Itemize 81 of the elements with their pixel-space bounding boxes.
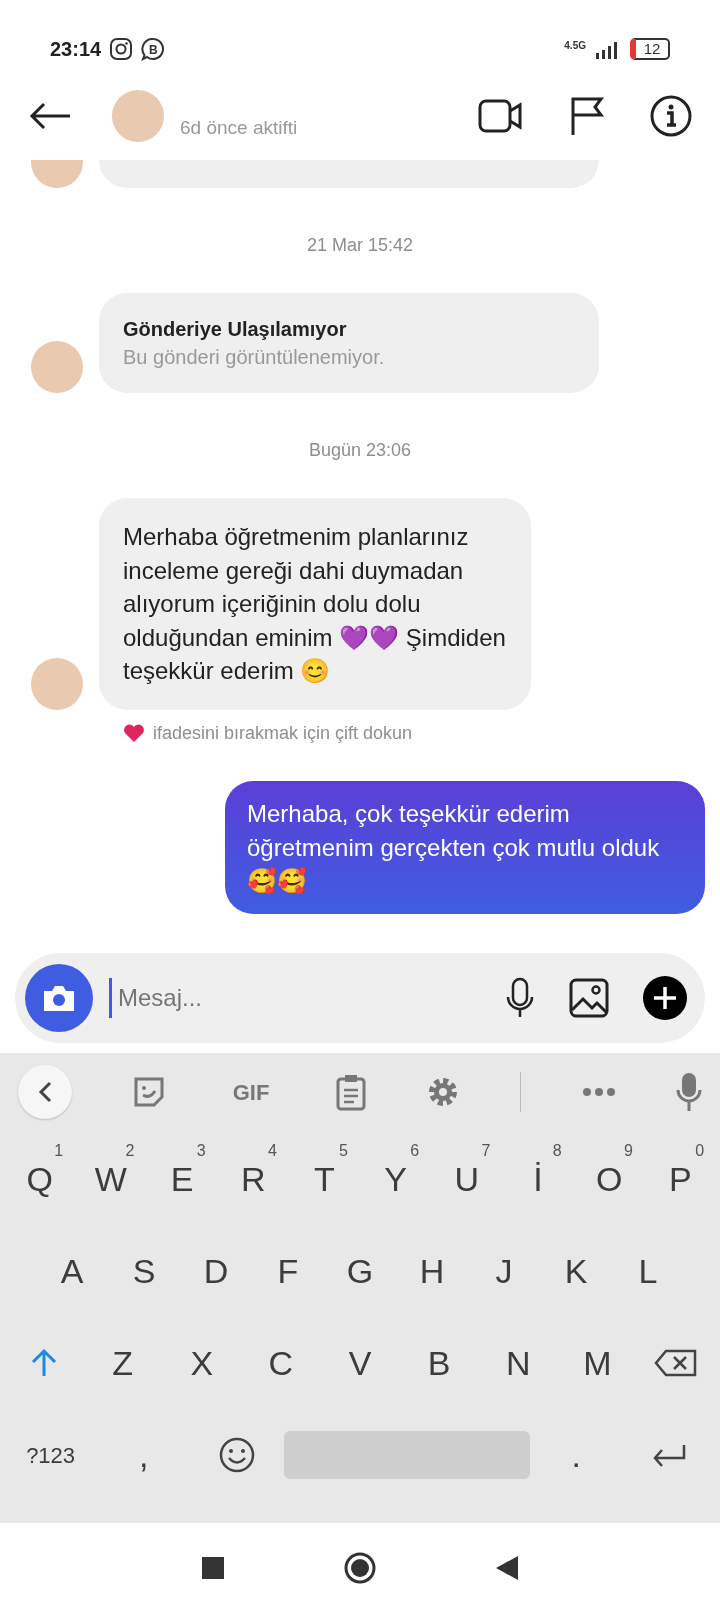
camera-app-icon: [109, 37, 134, 61]
keyboard-key[interactable]: U 7: [431, 1135, 503, 1223]
gif-button[interactable]: GIF: [226, 1074, 276, 1110]
chevron-left-icon: [38, 1081, 52, 1103]
keyboard-key[interactable]: T 5: [288, 1135, 360, 1223]
keyboard-key[interactable]: W 2: [75, 1135, 147, 1223]
keyboard-key[interactable]: Y 6: [360, 1135, 432, 1223]
key-hint: 7: [481, 1141, 491, 1161]
keyboard-key[interactable]: O 9: [573, 1135, 645, 1223]
battery-indicator: 12: [630, 38, 670, 60]
keyboard-key[interactable]: D: [180, 1227, 252, 1315]
keyboard-key[interactable]: .: [529, 1411, 623, 1499]
settings-icon[interactable]: [426, 1075, 460, 1109]
key-hint: 2: [125, 1141, 135, 1161]
key-hint: 1: [54, 1141, 64, 1161]
key-hint: 3: [196, 1141, 206, 1161]
keyboard-key[interactable]: P 0: [644, 1135, 717, 1223]
post-unavailable-text: Bu gönderi görüntülenemiyor.: [123, 345, 386, 370]
home-icon[interactable]: [344, 1552, 376, 1584]
keyboard-key[interactable]: M: [557, 1319, 637, 1407]
clipboard-icon[interactable]: [335, 1073, 366, 1111]
up-arrow-icon: [29, 1348, 58, 1378]
key-hint: 8: [552, 1141, 562, 1161]
smiley-icon: [219, 1437, 255, 1473]
camera-button[interactable]: [25, 964, 93, 1032]
last-active-status: 6d önce aktifti: [180, 115, 298, 140]
keyboard-key[interactable]: C: [241, 1319, 321, 1407]
collapse-toolbar-button[interactable]: [18, 1065, 72, 1119]
plus-button[interactable]: [643, 976, 687, 1020]
back-icon[interactable]: [496, 1556, 518, 1580]
key-hint: 5: [339, 1141, 348, 1161]
message-bubble: Merhaba öğretmenim planlarınız inceleme gereği dahi duymadan alıyorum içeriğinin dolu dolu olduğundan eminim 💜💜 Şimdiden teşekkür ederim 😊: [99, 498, 531, 710]
camera-icon: [41, 983, 77, 1013]
keyboard-key[interactable]: ,: [97, 1411, 191, 1499]
keyboard-key[interactable]: Z: [83, 1319, 163, 1407]
keyboard-key[interactable]: L: [612, 1227, 684, 1315]
more-icon[interactable]: [581, 1087, 616, 1097]
key-hint: 4: [267, 1141, 277, 1161]
message-timestamp: 21 Mar 15:42: [305, 234, 415, 257]
keyboard-key[interactable]: İ 8: [502, 1135, 574, 1223]
message-timestamp: Bugün 23:06: [307, 439, 413, 462]
keyboard-key[interactable]: F: [252, 1227, 324, 1315]
keyboard-key[interactable]: E 3: [146, 1135, 218, 1223]
microphone-icon[interactable]: [675, 1072, 702, 1112]
keyboard-key[interactable]: ?123: [4, 1411, 98, 1499]
info-button[interactable]: [650, 95, 692, 137]
profile-avatar: [31, 341, 83, 393]
network-type: 4.5G: [564, 39, 586, 53]
keyboard-key[interactable]: A: [36, 1227, 108, 1315]
keyboard-key[interactable]: S: [108, 1227, 180, 1315]
profile-avatar: [31, 657, 83, 710]
keyboard-key[interactable]: R 4: [217, 1135, 289, 1223]
message-field[interactable]: Mesaj...: [15, 953, 705, 1043]
video-call-button[interactable]: [478, 98, 524, 134]
key-hint: 0: [695, 1141, 705, 1161]
keyboard-key[interactable]: B: [399, 1319, 479, 1407]
post-title: Gönderiye Ulaşılamıyor: [123, 317, 348, 342]
gallery-button[interactable]: [569, 978, 609, 1018]
flag-button[interactable]: [570, 96, 604, 136]
keyboard-key[interactable]: X: [162, 1319, 242, 1407]
enter-icon: [651, 1443, 688, 1467]
message-bubble: Merhaba, çok teşekkür ederim öğretmenim gerçekten çok mutlu olduk🥰🥰: [225, 780, 705, 914]
keyboard-key[interactable]: V: [320, 1319, 400, 1407]
key-hint: 9: [623, 1141, 633, 1161]
keyboard-key[interactable]: K: [540, 1227, 612, 1315]
profile-avatar: [112, 90, 164, 142]
message-input[interactable]: Mesaj...: [109, 978, 505, 1018]
keyboard-key[interactable]: J: [468, 1227, 540, 1315]
keyboard-key[interactable]: G: [324, 1227, 396, 1315]
microphone-button[interactable]: [505, 977, 535, 1019]
heart-icon: [123, 723, 145, 744]
backspace-icon: [654, 1348, 699, 1378]
chat-bubble-app-icon: B: [141, 37, 166, 61]
status-time: 23:14: [50, 37, 102, 62]
reaction-hint: ifadesini bırakmak için çift dokun: [153, 721, 413, 745]
back-button[interactable]: [28, 101, 72, 131]
keyboard-key[interactable]: Q 1: [4, 1135, 76, 1223]
key-hint: 6: [410, 1141, 420, 1161]
keyboard-key[interactable]: N: [478, 1319, 558, 1407]
sticker-icon[interactable]: [132, 1075, 167, 1109]
keyboard-key[interactable]: H: [396, 1227, 468, 1315]
